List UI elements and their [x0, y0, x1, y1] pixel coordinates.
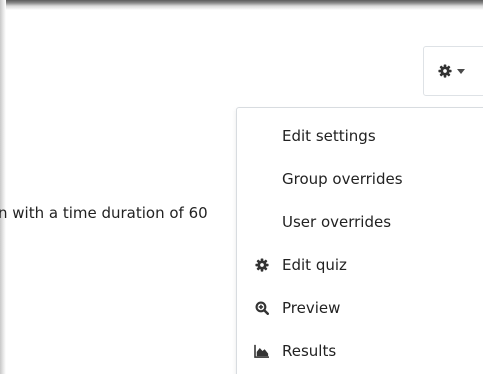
menu-item-label: Results — [282, 342, 337, 360]
menu-item-label: Edit settings — [282, 127, 376, 145]
menu-item-label: Group overrides — [282, 170, 403, 188]
menu-item-label: Preview — [282, 299, 341, 317]
quiz-page: n with a time duration of 60 Edit settin… — [0, 0, 483, 374]
menu-item-group-overrides[interactable]: Group overrides — [237, 164, 483, 194]
chevron-down-icon — [457, 69, 465, 74]
menu-item-label: Edit quiz — [282, 256, 347, 274]
actions-menu-toggle[interactable] — [423, 46, 483, 96]
menu-item-label: User overrides — [282, 213, 392, 231]
menu-item-preview[interactable]: Preview — [237, 293, 483, 323]
menu-item-user-overrides[interactable]: User overrides — [237, 207, 483, 237]
gear-icon — [254, 257, 270, 273]
actions-dropdown-menu: Edit settings Group overrides User overr… — [236, 107, 483, 374]
area-chart-icon — [254, 343, 270, 359]
gear-icon — [438, 64, 452, 78]
left-edge-shadow — [0, 0, 6, 374]
menu-item-edit-settings[interactable]: Edit settings — [237, 121, 483, 151]
quiz-intro-text: n with a time duration of 60 — [0, 204, 208, 222]
menu-item-edit-quiz[interactable]: Edit quiz — [237, 250, 483, 280]
menu-item-results[interactable]: Results — [237, 336, 483, 366]
magnifier-icon — [254, 300, 270, 316]
header-shadow — [0, 0, 483, 10]
